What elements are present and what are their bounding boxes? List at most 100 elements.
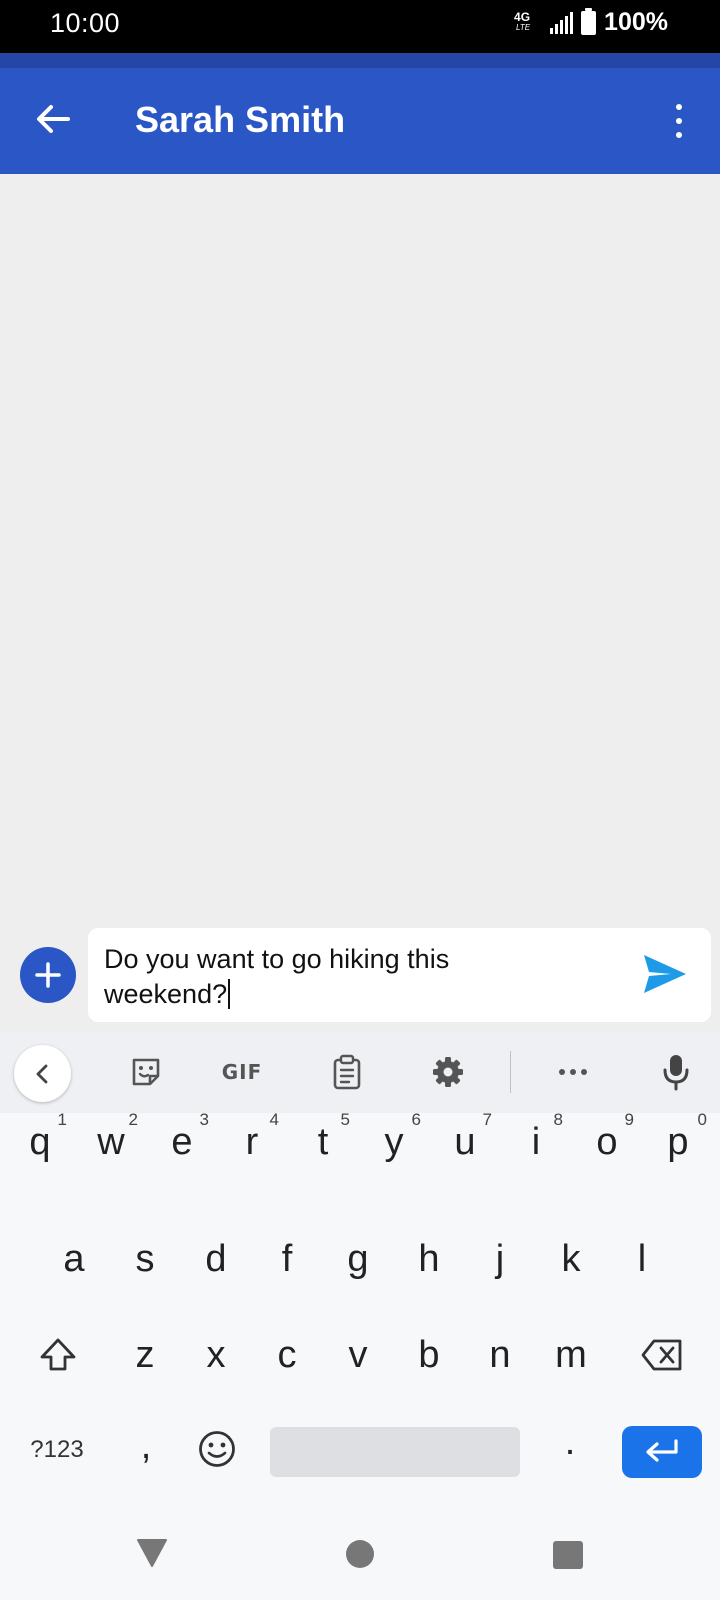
- network-type: 4G: [514, 9, 531, 24]
- conversation-area: [0, 174, 720, 1031]
- arrow-back-icon[interactable]: [30, 96, 76, 142]
- symbols-key[interactable]: ?123: [14, 1420, 100, 1480]
- backspace-key[interactable]: [634, 1323, 690, 1387]
- mic-icon[interactable]: [650, 1046, 702, 1098]
- sticker-icon[interactable]: [120, 1046, 172, 1098]
- key-label: b: [418, 1333, 440, 1376]
- message-text[interactable]: Do you want to go hiking this weekend?: [104, 942, 624, 1012]
- enter-icon: [646, 1439, 678, 1462]
- contact-name: Sarah Smith: [135, 99, 346, 140]
- key-j[interactable]: j: [475, 1227, 525, 1291]
- key-label: f: [281, 1237, 293, 1280]
- key-z[interactable]: z: [120, 1323, 170, 1387]
- key-label: w: [97, 1120, 125, 1163]
- key-q[interactable]: q1: [15, 1110, 67, 1174]
- add-attachment-button[interactable]: [20, 947, 76, 1003]
- key-t[interactable]: t5: [298, 1110, 350, 1174]
- settings-icon[interactable]: [422, 1046, 474, 1098]
- key-label: g: [347, 1237, 369, 1280]
- key-a[interactable]: a: [49, 1227, 99, 1291]
- key-label: q: [29, 1120, 51, 1163]
- space-key[interactable]: [270, 1427, 520, 1477]
- key-label: ,: [140, 1424, 152, 1467]
- key-m[interactable]: m: [546, 1323, 596, 1387]
- message-text-line1: Do you want to go hiking this: [104, 944, 450, 974]
- enter-key[interactable]: [622, 1426, 702, 1478]
- key-n[interactable]: n: [475, 1323, 525, 1387]
- message-input[interactable]: Do you want to go hiking this weekend?: [88, 928, 711, 1022]
- battery-icon: [581, 7, 597, 35]
- key-label: x: [206, 1333, 226, 1376]
- backspace-icon: [641, 1339, 682, 1371]
- key-f[interactable]: f: [262, 1227, 312, 1291]
- key-v[interactable]: v: [333, 1323, 383, 1387]
- status-icons: 4G LTE 100%: [514, 7, 668, 37]
- lte-icon: 4G LTE: [514, 9, 542, 37]
- key-label: z: [135, 1333, 155, 1376]
- key-label: p: [667, 1120, 689, 1163]
- key-u[interactable]: u7: [440, 1110, 492, 1174]
- key-r[interactable]: r4: [227, 1110, 279, 1174]
- key-label: n: [489, 1333, 511, 1376]
- more-horiz-icon[interactable]: [547, 1046, 599, 1098]
- gif-label: GIF: [221, 1060, 263, 1084]
- text-cursor: [228, 979, 231, 1009]
- key-hint: 0: [697, 1110, 707, 1129]
- nav-home-icon[interactable]: [346, 1540, 374, 1568]
- key-label: u: [454, 1120, 476, 1163]
- key-b[interactable]: b: [404, 1323, 454, 1387]
- symbols-label: ?123: [30, 1436, 84, 1463]
- signal-icon: [550, 11, 574, 34]
- keyboard-toolbar: GIF: [0, 1031, 720, 1113]
- key-label: e: [171, 1120, 193, 1163]
- key-x[interactable]: x: [191, 1323, 241, 1387]
- key-label: m: [555, 1333, 587, 1376]
- key-label: a: [63, 1237, 85, 1280]
- key-hint: 9: [624, 1110, 634, 1129]
- toolbar-divider: [510, 1051, 511, 1093]
- nav-back-icon[interactable]: [136, 1538, 168, 1568]
- key-label: k: [561, 1237, 581, 1280]
- key-hint: 5: [340, 1110, 350, 1129]
- key-label: c: [277, 1333, 297, 1376]
- key-d[interactable]: d: [191, 1227, 241, 1291]
- key-e[interactable]: e3: [157, 1110, 209, 1174]
- key-p[interactable]: p0: [653, 1110, 707, 1174]
- key-label: j: [495, 1237, 505, 1280]
- key-o[interactable]: o9: [582, 1110, 634, 1174]
- nav-recents-icon[interactable]: [553, 1541, 583, 1569]
- gif-icon[interactable]: GIF: [216, 1046, 268, 1098]
- clipboard-icon[interactable]: [321, 1046, 373, 1098]
- plus-icon: [35, 962, 61, 988]
- appbar-strip: [0, 53, 720, 68]
- battery-percentage: 100%: [604, 8, 668, 36]
- emoji-key[interactable]: [190, 1420, 244, 1478]
- key-l[interactable]: l: [617, 1227, 667, 1291]
- key-label: t: [317, 1120, 329, 1163]
- key-y[interactable]: y6: [369, 1110, 422, 1174]
- key-k[interactable]: k: [546, 1227, 596, 1291]
- comma-key[interactable]: ,: [122, 1416, 170, 1476]
- shift-key[interactable]: [30, 1323, 86, 1387]
- key-label: s: [135, 1237, 155, 1280]
- key-w[interactable]: w2: [86, 1110, 138, 1174]
- key-hint: 1: [57, 1110, 67, 1129]
- key-label: l: [637, 1237, 647, 1280]
- key-label: o: [596, 1120, 618, 1163]
- chevron-left-icon[interactable]: [14, 1045, 71, 1102]
- key-h[interactable]: h: [404, 1227, 454, 1291]
- key-i[interactable]: i8: [511, 1110, 563, 1174]
- key-s[interactable]: s: [120, 1227, 170, 1291]
- key-label: h: [418, 1237, 440, 1280]
- key-label: y: [384, 1120, 404, 1163]
- send-icon[interactable]: [641, 952, 689, 996]
- key-label: r: [245, 1120, 259, 1163]
- more-vert-icon[interactable]: [672, 101, 686, 141]
- key-hint: 2: [128, 1110, 138, 1129]
- key-label: v: [348, 1333, 368, 1376]
- key-label: i: [531, 1120, 541, 1163]
- period-key[interactable]: .: [548, 1412, 592, 1472]
- key-hint: 8: [553, 1110, 563, 1129]
- key-c[interactable]: c: [262, 1323, 312, 1387]
- key-g[interactable]: g: [333, 1227, 383, 1291]
